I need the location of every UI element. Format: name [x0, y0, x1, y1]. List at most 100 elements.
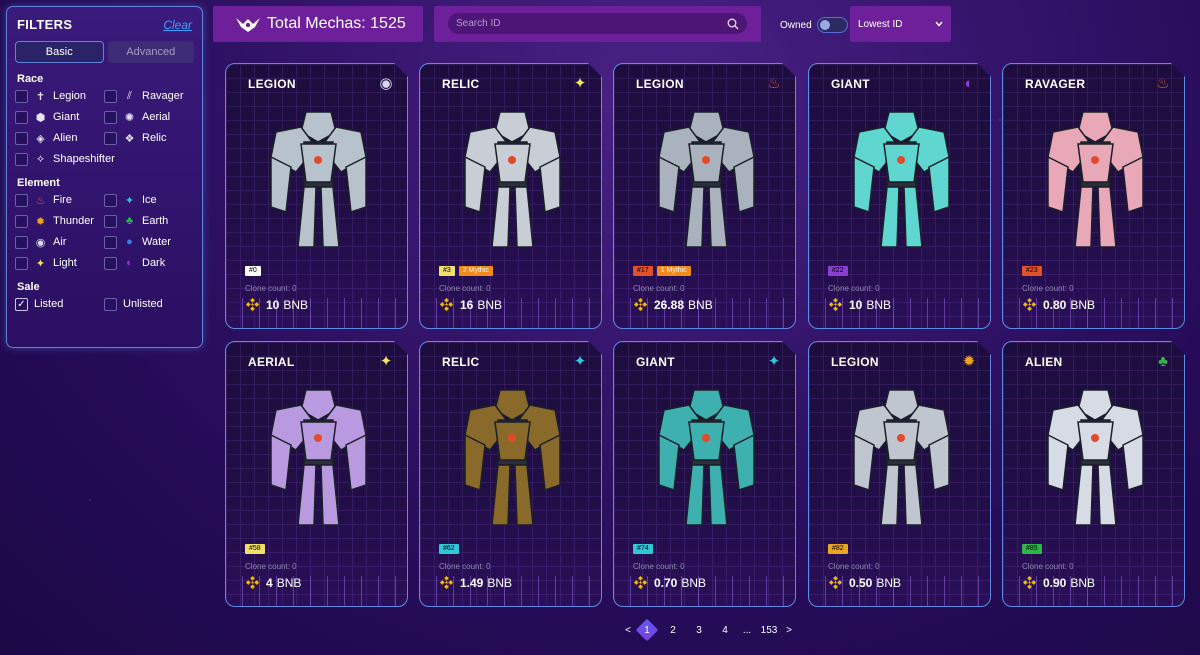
checkbox[interactable] [104, 131, 117, 145]
checkbox[interactable] [15, 256, 28, 270]
checkbox[interactable] [104, 193, 117, 207]
filter-option-label: Unlisted [123, 298, 163, 310]
checkbox[interactable] [15, 152, 28, 166]
tab-advanced[interactable]: Advanced [107, 41, 194, 63]
checkbox-checked[interactable]: ✓ [15, 297, 28, 311]
checkbox[interactable] [104, 297, 117, 311]
mecha-part [1075, 465, 1093, 525]
owned-filter: Owned [780, 17, 848, 33]
page-label: 4 [722, 624, 728, 636]
mecha-card[interactable]: ALIEN ♣ #85 Clone count: 0 0.90 BNB [1002, 341, 1185, 607]
filter-option-ravager[interactable]: ⫽ Ravager [104, 88, 193, 104]
dark-icon: ◐ [126, 257, 133, 269]
filter-option-thunder[interactable]: ✹ Thunder [15, 213, 104, 229]
checkbox[interactable] [15, 89, 28, 103]
race-options: ✝ Legion ⫽ Ravager ⬢ Giant ✺ Aerial ◈ Alien ❖ Relic… [15, 88, 194, 167]
filter-option-label: Giant [53, 111, 80, 123]
sort-select[interactable]: Lowest ID [850, 6, 951, 42]
mecha-card[interactable]: RAVAGER ♨ #23 Clone count: 0 0.80 BNB [1002, 63, 1185, 329]
pagination: <1 2 3 4... 153 > [622, 619, 796, 641]
checkbox[interactable] [15, 110, 28, 124]
mecha-part [709, 187, 727, 247]
filter-option-giant[interactable]: ⬢ Giant [15, 109, 104, 125]
page-2-button[interactable]: 2 [660, 625, 686, 636]
mecha-race-name: RELIC [442, 77, 480, 91]
price-currency: BNB [1070, 297, 1096, 312]
checkbox[interactable] [104, 110, 117, 124]
page-1-button[interactable]: 1 [636, 619, 658, 641]
checkbox[interactable] [15, 131, 28, 145]
pagination-ellipsis: ... [738, 625, 756, 636]
mecha-part [734, 157, 754, 212]
mecha-card[interactable]: GIANT ✦ #74 Clone count: 0 0.70 BNB [613, 341, 796, 607]
prev-page-button[interactable]: < [622, 625, 634, 636]
page-label: 3 [696, 624, 702, 636]
checkbox[interactable] [104, 256, 117, 270]
mecha-part [1123, 157, 1143, 212]
mecha-race-name: AERIAL [248, 355, 295, 369]
filter-option-earth[interactable]: ♣ Earth [104, 213, 193, 229]
mecha-price: 0.50 BNB [828, 575, 901, 590]
filter-option-light[interactable]: ✦ Light [15, 255, 104, 271]
element-options: ♨ Fire ✦ Ice ✹ Thunder ♣ Earth ◉ Air ● Water ✦ Light ◐… [15, 192, 194, 271]
filter-option-shapeshifter[interactable]: ⟡ Shapeshifter [15, 151, 115, 167]
mecha-race-name: LEGION [248, 77, 296, 91]
filter-option-ice[interactable]: ✦ Ice [104, 192, 193, 208]
fire-element-icon: ♨ [767, 75, 781, 92]
search-icon[interactable] [727, 18, 739, 30]
sale-options: ✓ Listed Unlisted [15, 296, 194, 312]
bnb-coin-icon [828, 297, 843, 312]
checkbox[interactable] [15, 193, 28, 207]
filter-option-water[interactable]: ● Water [104, 234, 193, 250]
tab-basic[interactable]: Basic [15, 41, 104, 63]
mecha-part [686, 465, 704, 525]
filter-option-listed[interactable]: ✓ Listed [15, 296, 104, 312]
mecha-card[interactable]: LEGION ✹ #82 Clone count: 0 0.50 BNB [808, 341, 991, 607]
clear-filters-link[interactable]: Clear [163, 18, 192, 32]
mecha-tags: #3 2 Mythic [439, 266, 493, 276]
mecha-race-name: GIANT [636, 355, 675, 369]
checkbox[interactable] [104, 214, 117, 228]
toggle-knob [819, 20, 830, 30]
page-153-button[interactable]: 153 [756, 625, 782, 636]
bnb-coin-icon [633, 575, 648, 590]
owned-toggle[interactable] [816, 17, 848, 33]
filter-option-label: Relic [142, 132, 167, 144]
mecha-part [1048, 435, 1068, 490]
mecha-id-badge: #0 [245, 266, 261, 276]
checkbox[interactable] [104, 89, 117, 103]
filter-option-relic[interactable]: ❖ Relic [104, 130, 193, 146]
mecha-part [465, 435, 485, 490]
clone-count: Clone count: 0 [633, 562, 685, 571]
mecha-price: 10 BNB [828, 297, 891, 312]
mecha-part [465, 157, 485, 212]
mecha-part [854, 435, 874, 490]
mecha-core [897, 156, 905, 164]
page-3-button[interactable]: 3 [686, 625, 712, 636]
mecha-card[interactable]: RELIC ✦ #62 Clone count: 0 1.49 BNB [419, 341, 602, 607]
mecha-card[interactable]: LEGION ◉ #0 Clone count: 0 10 BNB [225, 63, 408, 329]
next-page-button[interactable]: > [782, 625, 796, 636]
mecha-card[interactable]: GIANT ◐ #22 Clone count: 0 10 BNB [808, 63, 991, 329]
mecha-part [929, 435, 949, 490]
checkbox[interactable] [15, 235, 28, 249]
search-input[interactable]: Search ID [448, 13, 747, 34]
checkbox[interactable] [104, 235, 117, 249]
filter-option-aerial[interactable]: ✺ Aerial [104, 109, 193, 125]
filter-option-legion[interactable]: ✝ Legion [15, 88, 104, 104]
filter-option-fire[interactable]: ♨ Fire [15, 192, 104, 208]
page-4-button[interactable]: 4 [712, 625, 738, 636]
mecha-part [686, 187, 704, 247]
mecha-card[interactable]: AERIAL ✦ #58 Clone count: 0 4 BNB [225, 341, 408, 607]
mecha-card[interactable]: RELIC ✦ #3 2 Mythic Clone count: 0 16 BNB [419, 63, 602, 329]
filter-option-unlisted[interactable]: Unlisted [104, 296, 193, 312]
ice-element-icon: ✦ [767, 353, 781, 370]
mecha-part [540, 157, 560, 212]
checkbox[interactable] [15, 214, 28, 228]
mecha-tags: #62 [439, 544, 459, 554]
filter-option-air[interactable]: ◉ Air [15, 234, 104, 250]
mecha-card[interactable]: LEGION ♨ #17 1 Mythic Clone count: 0 26.88 BNB [613, 63, 796, 329]
filter-option-dark[interactable]: ◐ Dark [104, 255, 193, 271]
mecha-price: 10 BNB [245, 297, 308, 312]
filter-option-alien[interactable]: ◈ Alien [15, 130, 104, 146]
